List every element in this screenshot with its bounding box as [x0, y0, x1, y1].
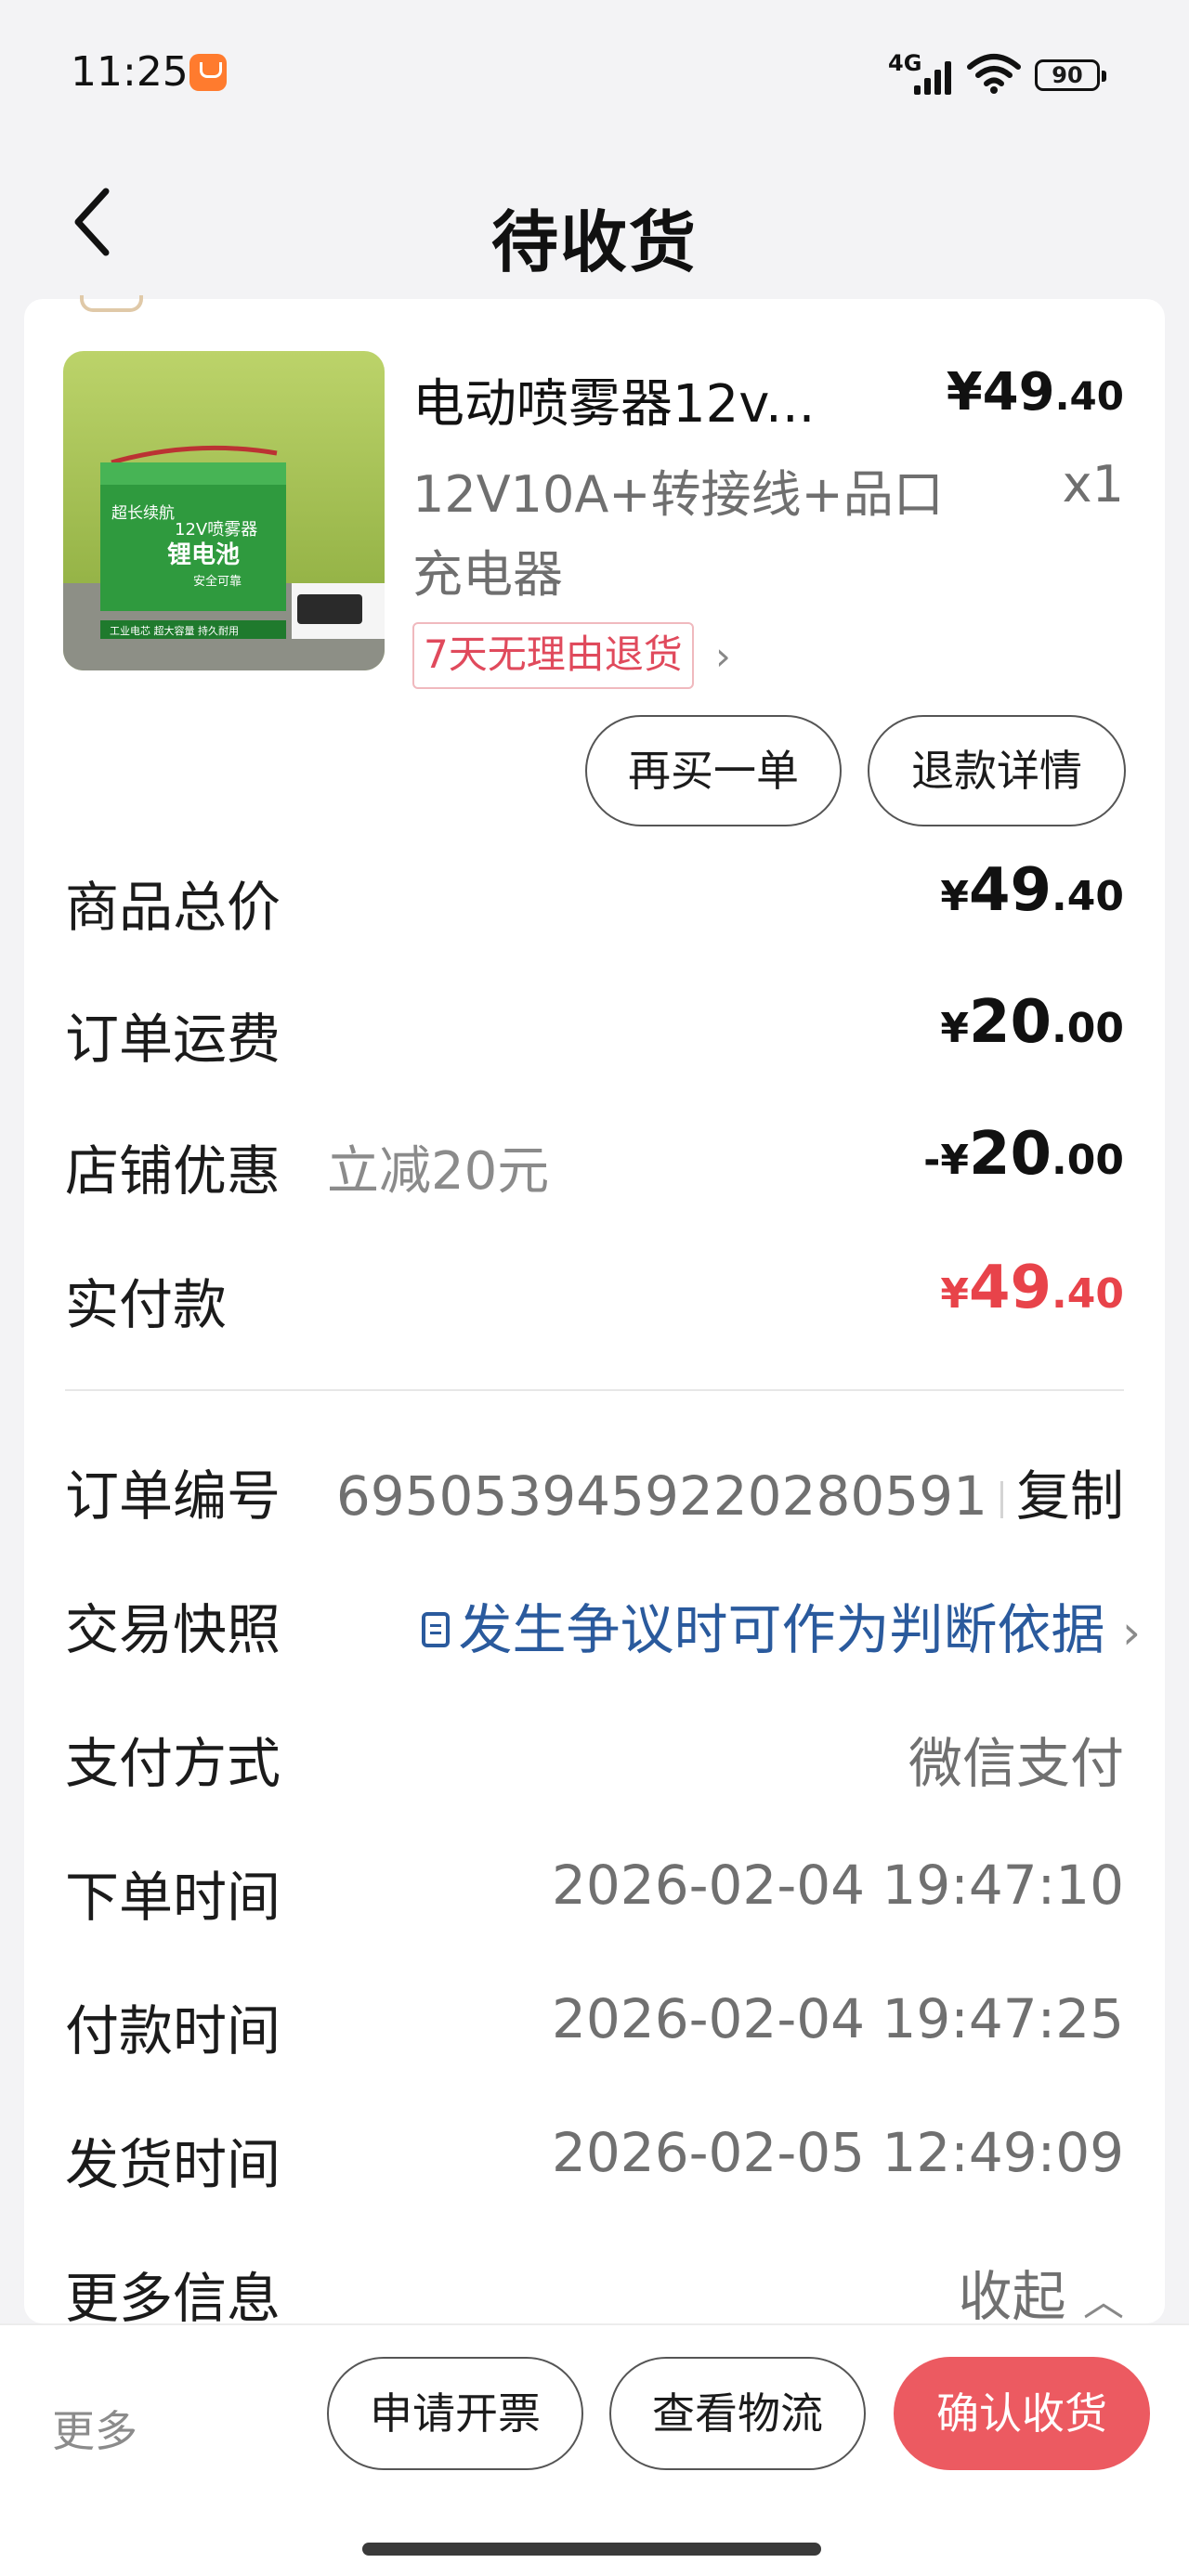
- order-time: 2026-02-04 19:47:10: [552, 1854, 1124, 1917]
- image-text-battery: 锂电池: [167, 541, 240, 569]
- divider: [65, 1389, 1124, 1391]
- app-notification-icon: [189, 54, 227, 91]
- return-policy-badge[interactable]: 7天无理由退货: [412, 622, 694, 689]
- paid-label: 实付款: [65, 1273, 228, 1336]
- image-text-safe: 安全可靠: [193, 574, 242, 589]
- ship-time-label: 发货时间: [65, 2133, 281, 2196]
- product-quantity: x1: [1062, 455, 1124, 514]
- goods-total-label: 商品总价: [65, 876, 281, 939]
- copy-button[interactable]: 复制: [1016, 1464, 1124, 1528]
- image-text-feature: 工业电芯 超大容量 持久耐用: [110, 624, 239, 637]
- collapse-toggle[interactable]: 收起 ︿: [959, 2253, 1124, 2331]
- view-logistics-button[interactable]: 查看物流: [609, 2357, 866, 2470]
- status-time: 11:25: [71, 48, 189, 96]
- wifi-icon: [967, 54, 1021, 94]
- order-time-label: 下单时间: [65, 1866, 281, 1929]
- chevron-up-icon: ︿: [1083, 2278, 1124, 2325]
- product-price: ¥49.40: [946, 362, 1124, 423]
- more-info-label: 更多信息: [65, 2267, 281, 2330]
- page-header: 待收货: [0, 149, 1189, 297]
- shipping-label: 订单运费: [65, 1008, 281, 1071]
- shop-icon: [80, 295, 143, 312]
- shipping-value: ¥20.00: [940, 988, 1124, 1057]
- more-menu[interactable]: 更多: [52, 2398, 137, 2459]
- snapshot-label: 交易快照: [65, 1598, 281, 1661]
- discount-note: 立减20元: [327, 1141, 550, 1202]
- document-icon: [421, 1611, 450, 1647]
- paid-value: ¥49.40: [940, 1254, 1124, 1322]
- home-indicator[interactable]: [362, 2543, 821, 2556]
- product-name[interactable]: 电动喷雾器12v...: [412, 362, 815, 437]
- chevron-right-icon[interactable]: ›: [715, 633, 731, 679]
- bottom-action-bar: 更多 申请开票 查看物流 确认收货: [0, 2323, 1189, 2576]
- payment-label: 支付方式: [65, 1732, 281, 1795]
- order-number: 6950539459220280591: [335, 1464, 987, 1528]
- goods-total-value: ¥49.40: [940, 856, 1124, 925]
- confirm-receipt-button[interactable]: 确认收货: [894, 2357, 1150, 2470]
- discount-label: 店铺优惠: [65, 1139, 281, 1203]
- image-text-brand: 超长续航: [111, 504, 175, 523]
- order-number-label: 订单编号: [65, 1464, 281, 1528]
- image-text-model: 12V喷雾器: [175, 520, 257, 540]
- payment-method: 微信支付: [908, 1732, 1124, 1795]
- refund-detail-button[interactable]: 退款详情: [868, 715, 1126, 826]
- discount-value: -¥20.00: [923, 1120, 1124, 1189]
- ship-time: 2026-02-05 12:49:09: [552, 2121, 1124, 2184]
- chevron-right-icon: ›: [1122, 1606, 1141, 1659]
- rebuy-button[interactable]: 再买一单: [585, 715, 842, 826]
- pay-time: 2026-02-04 19:47:25: [552, 1987, 1124, 2050]
- order-number-row: 6950539459220280591 复制: [336, 1452, 1124, 1530]
- signal-icon: [914, 58, 957, 95]
- status-bar: 11:25 4G 90: [0, 0, 1189, 149]
- snapshot-link[interactable]: 发生争议时可作为判断依据 ›: [421, 1586, 1141, 1664]
- product-spec: 12V10A+转接线+品口充电器: [412, 465, 944, 604]
- page-title: 待收货: [490, 203, 698, 281]
- apply-invoice-button[interactable]: 申请开票: [327, 2357, 583, 2470]
- product-image[interactable]: 超长续航 12V喷雾器 锂电池 安全可靠 工业电芯 超大容量 持久耐用: [63, 351, 385, 670]
- battery-icon: 90: [1035, 59, 1106, 91]
- pay-time-label: 付款时间: [65, 1999, 281, 2062]
